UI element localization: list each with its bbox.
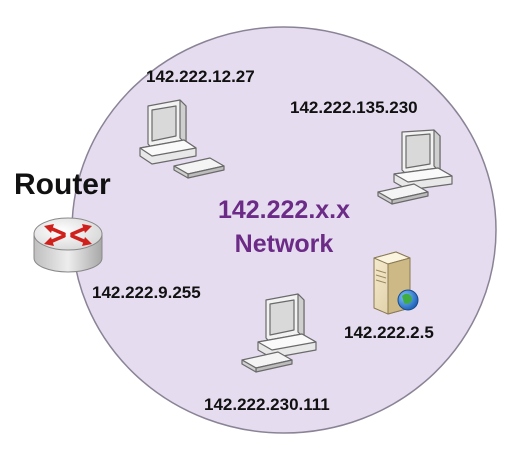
network-diagram: 142.222.x.x Network Router 142.222.9.255… — [0, 0, 510, 450]
router-title: Router — [14, 168, 111, 201]
desktop-computer-icon — [241, 293, 317, 373]
network-address-label: 142.222.x.x — [217, 196, 351, 224]
workstation-1-ip-label: 142.222.12.27 — [146, 67, 255, 86]
desktop-computer-icon — [377, 129, 453, 205]
server-ip-label: 142.222.2.5 — [344, 323, 434, 342]
web-server-icon — [373, 251, 419, 315]
router-icon — [33, 217, 103, 273]
router-ip-label: 142.222.9.255 — [92, 283, 201, 302]
network-name-label: Network — [234, 230, 334, 258]
desktop-computer-icon — [139, 99, 225, 179]
workstation-2-ip-label: 142.222.135.230 — [290, 98, 418, 117]
workstation-3-ip-label: 142.222.230.111 — [204, 395, 330, 414]
